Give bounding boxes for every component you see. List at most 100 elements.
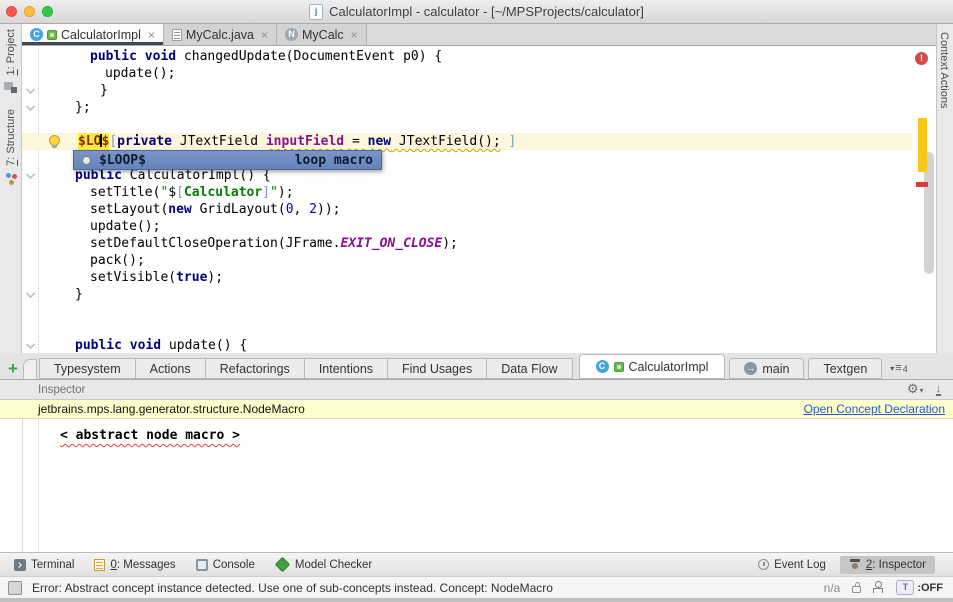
scrollbar-error-stripe[interactable] <box>916 182 928 187</box>
hector-inspections-icon[interactable] <box>873 581 884 594</box>
aspect-tab-typesystem[interactable]: Typesystem <box>39 358 136 379</box>
code-token[interactable]: GridLayout( <box>192 202 286 217</box>
code-token[interactable]: setLayout( <box>90 202 168 217</box>
tool-window-button-terminal[interactable]: Terminal <box>14 559 74 571</box>
file-error-indicator-icon[interactable]: ! <box>915 52 928 65</box>
code-token[interactable]: setVisible( <box>90 270 176 285</box>
code-line[interactable]: $LO$[private JTextField inputField = new… <box>22 133 936 150</box>
intention-bulb-icon[interactable] <box>49 135 60 146</box>
code-token[interactable]: public void <box>75 338 169 353</box>
tool-button-structure[interactable]: 7: Structure <box>4 109 18 186</box>
code-token[interactable]: pack(); <box>90 253 145 268</box>
fold-marker-icon[interactable] <box>25 289 35 299</box>
aspect-tab-data-flow[interactable]: Data Flow <box>487 358 572 379</box>
code-line[interactable]: setDefaultCloseOperation(JFrame.EXIT_ON_… <box>22 235 936 252</box>
code-token[interactable]: private <box>117 134 172 149</box>
code-line[interactable] <box>22 320 936 337</box>
close-tab-icon[interactable]: × <box>148 28 155 42</box>
code-token[interactable]: new <box>168 202 191 217</box>
scrollbar-warning-stripe[interactable] <box>918 118 927 172</box>
gear-icon[interactable]: ⚙▾ <box>907 382 924 397</box>
code-token[interactable]: ] <box>509 134 517 149</box>
close-tab-icon[interactable]: × <box>261 28 268 42</box>
fold-marker-icon[interactable] <box>25 85 35 95</box>
code-token[interactable]: } <box>75 287 83 302</box>
code-token[interactable]: true <box>176 270 207 285</box>
add-aspect-tab-button[interactable]: + <box>8 360 18 377</box>
completion-item-name[interactable]: $LOOP$ <box>99 153 146 168</box>
code-line[interactable]: }; <box>22 99 936 116</box>
tool-button-context-actions[interactable]: Context Actions <box>938 32 950 108</box>
code-token[interactable]: changedUpdate(DocumentEvent p0) { <box>184 49 442 64</box>
module-tab-main[interactable]: →main <box>729 358 804 379</box>
code-token[interactable]: 2 <box>309 202 317 217</box>
inspector-body[interactable]: < abstract node macro > <box>0 419 953 552</box>
code-line[interactable]: setLayout(new GridLayout(0, 2)); <box>22 201 936 218</box>
aspect-tab-intentions[interactable]: Intentions <box>305 358 388 379</box>
tab-list-dropdown-icon[interactable]: ▾≡4 <box>890 362 907 374</box>
module-tab-textgen[interactable]: Textgen <box>808 358 882 379</box>
tool-window-button-console[interactable]: Console <box>196 559 255 571</box>
open-concept-declaration-link[interactable]: Open Concept Declaration <box>804 402 945 416</box>
tool-window-button-inspector[interactable]: 2: Inspector <box>840 556 935 574</box>
code-token[interactable]: public void <box>90 49 184 64</box>
code-token[interactable]: setDefaultCloseOperation(JFrame. <box>90 236 340 251</box>
code-line[interactable]: update(); <box>22 65 936 82</box>
editor-tab[interactable]: NMyCalc× <box>277 24 367 45</box>
code-token[interactable]: $ <box>168 185 176 200</box>
unlock-icon[interactable] <box>852 586 861 593</box>
code-line[interactable]: public void changedUpdate(DocumentEvent … <box>22 48 936 65</box>
code-token[interactable]: )); <box>317 202 340 217</box>
code-token[interactable]: setTitle( <box>90 185 160 200</box>
tool-window-button-messages[interactable]: 0: Messages <box>94 559 175 571</box>
hide-panel-icon[interactable]: ↓ <box>936 384 942 396</box>
code-line[interactable]: } <box>22 82 936 99</box>
tool-button-project[interactable]: 1: Project <box>4 29 17 93</box>
aspect-tab-actions[interactable]: Actions <box>136 358 206 379</box>
code-token[interactable]: ); <box>278 185 294 200</box>
code-token[interactable]: update(); <box>90 219 160 234</box>
code-token[interactable] <box>100 134 102 147</box>
completion-popup[interactable]: $LOOP$ loop macro <box>73 150 382 170</box>
inspector-cell-content[interactable]: < abstract node macro > <box>60 428 240 443</box>
code-token[interactable]: inputField <box>266 134 344 149</box>
code-token[interactable]: [ <box>109 134 117 149</box>
code-token[interactable]: EXIT_ON_CLOSE <box>340 236 442 251</box>
code-token[interactable]: public <box>75 168 122 183</box>
fold-marker-icon[interactable] <box>25 170 35 180</box>
code-token[interactable]: ] <box>262 185 270 200</box>
module-tab-calculatorimpl[interactable]: CCalculatorImpl <box>579 354 726 379</box>
code-line[interactable]: pack(); <box>22 252 936 269</box>
code-token[interactable]: " <box>270 185 278 200</box>
code-editor[interactable]: public void changedUpdate(DocumentEvent … <box>22 46 936 353</box>
code-line[interactable] <box>22 116 936 133</box>
code-line[interactable] <box>22 303 936 320</box>
code-token[interactable]: JTextField(); <box>391 134 501 149</box>
code-token[interactable]: JTextField <box>172 134 266 149</box>
code-token[interactable]: = <box>344 134 367 149</box>
code-token[interactable]: update() { <box>169 338 247 353</box>
code-token[interactable]: , <box>294 202 310 217</box>
editor-tab[interactable]: CCalculatorImpl× <box>22 24 164 45</box>
typesystem-badge[interactable]: T <box>896 580 914 595</box>
code-token[interactable] <box>501 134 509 149</box>
code-token[interactable]: Calculator <box>184 185 262 200</box>
tool-window-button-modelchecker[interactable]: Model Checker <box>275 559 372 571</box>
code-token[interactable]: }; <box>75 100 91 115</box>
tool-window-button-eventlog[interactable]: Event Log <box>758 559 826 571</box>
toolwindow-toggle-icon[interactable] <box>8 581 22 595</box>
code-line[interactable]: setVisible(true); <box>22 269 936 286</box>
code-token[interactable]: ); <box>207 270 223 285</box>
code-line[interactable]: update(); <box>22 218 936 235</box>
code-token[interactable]: update(); <box>105 66 175 81</box>
close-tab-icon[interactable]: × <box>351 28 358 42</box>
fold-marker-icon[interactable] <box>25 102 35 112</box>
code-line[interactable]: setTitle("$[Calculator]"); <box>22 184 936 201</box>
titlebar[interactable]: j CalculatorImpl - calculator - [~/MPSPr… <box>0 0 953 24</box>
fold-marker-icon[interactable] <box>25 340 35 350</box>
code-token[interactable]: new <box>368 134 391 149</box>
caret-position-indicator[interactable]: n/a <box>824 581 841 595</box>
code-token[interactable]: CalculatorImpl() { <box>122 168 271 183</box>
code-token[interactable]: ); <box>442 236 458 251</box>
code-line[interactable]: } <box>22 286 936 303</box>
